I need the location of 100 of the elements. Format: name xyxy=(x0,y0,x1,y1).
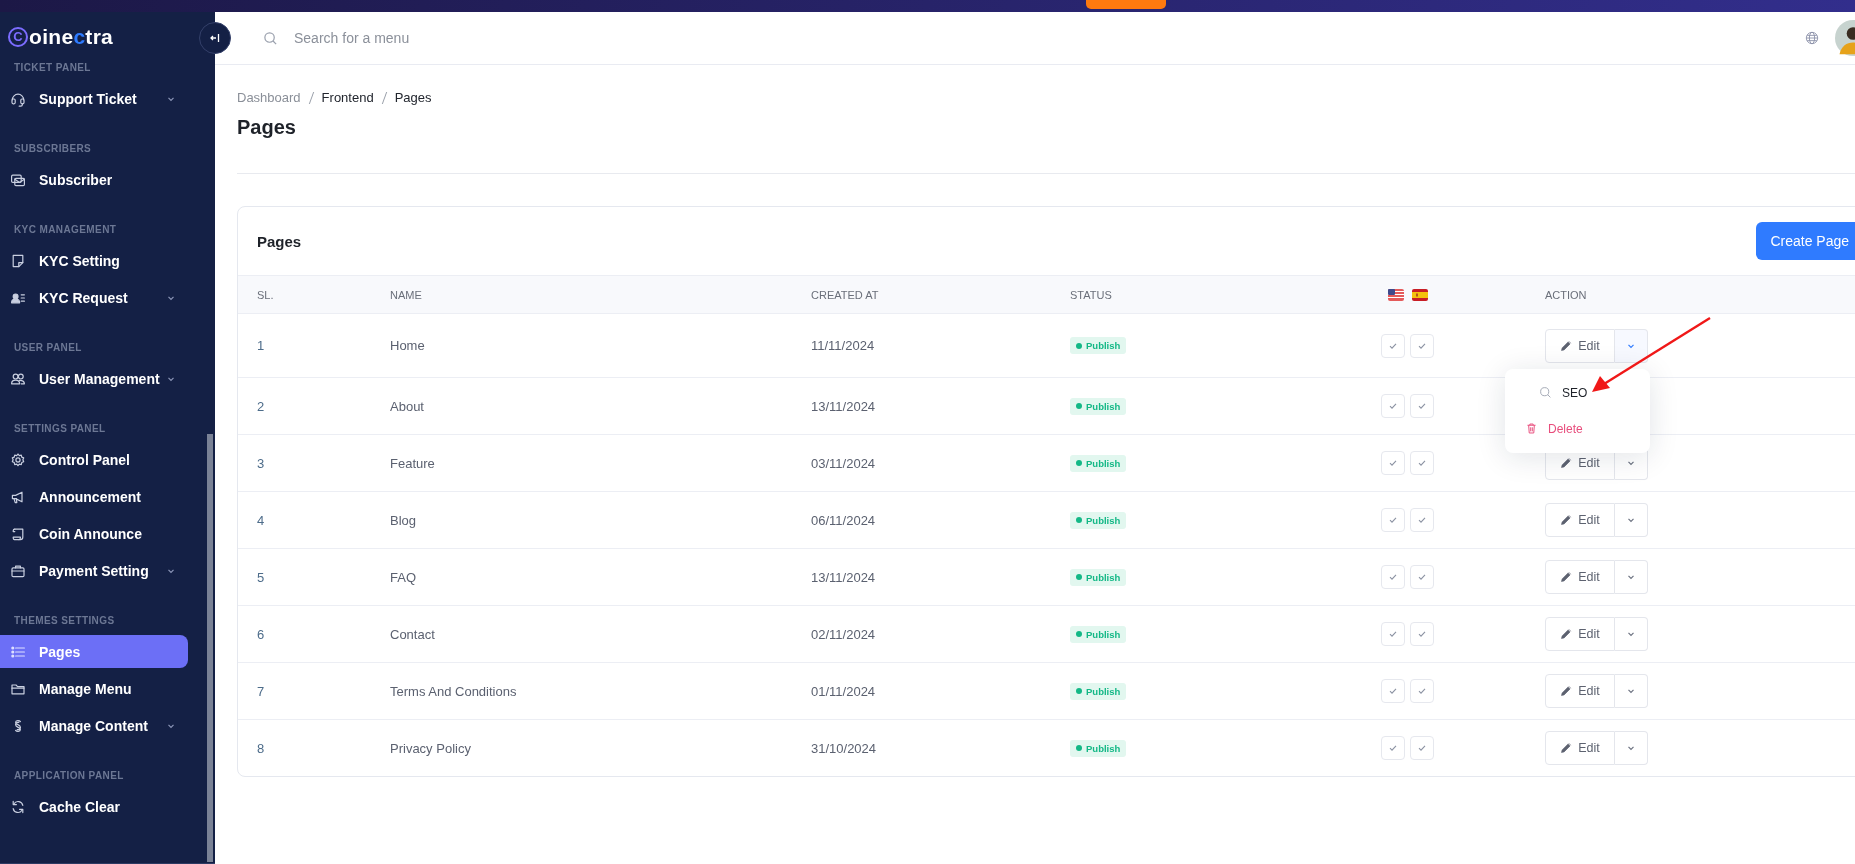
pencil-icon xyxy=(1560,742,1573,754)
check-icon xyxy=(1388,340,1398,351)
banner-tab[interactable] xyxy=(1086,0,1166,9)
sidebar-item[interactable]: Subscriber xyxy=(0,163,188,196)
sidebar-item[interactable]: Coin Announce xyxy=(0,517,188,550)
table-cell-text: Contact xyxy=(390,626,436,642)
checkbox[interactable] xyxy=(1381,333,1405,358)
check-icon xyxy=(1417,401,1427,411)
dropdown-toggle[interactable] xyxy=(1615,674,1648,708)
table-cell-text: 06/11/2024 xyxy=(811,512,877,528)
edit-button[interactable]: Edit xyxy=(1545,731,1615,765)
edit-button[interactable]: Edit xyxy=(1545,328,1615,363)
menu-item[interactable]: SEO xyxy=(1519,374,1855,411)
refresh-icon xyxy=(10,798,26,815)
checkbox[interactable] xyxy=(1381,508,1405,532)
table-cell-text: Terms And Conditions xyxy=(390,683,518,699)
check-icon xyxy=(1388,629,1398,639)
dropdown-toggle[interactable] xyxy=(1615,617,1648,651)
check-icon xyxy=(1388,458,1398,468)
edit-button[interactable]: Edit xyxy=(1545,503,1615,537)
checkbox[interactable] xyxy=(1410,679,1434,703)
status-badge: Publish xyxy=(1070,739,1127,757)
dropdown-toggle[interactable] xyxy=(1615,328,1648,363)
sidebar-item[interactable]: Pages xyxy=(0,635,188,668)
note-icon xyxy=(10,252,26,269)
checkbox[interactable] xyxy=(1410,565,1434,589)
sidebar-item[interactable]: Payment Setting xyxy=(0,554,188,587)
search-icon xyxy=(263,30,278,46)
sidebar-item[interactable]: Cache Clear xyxy=(0,790,188,823)
table-cell-text: 4 xyxy=(257,512,266,528)
dropdown-toggle[interactable] xyxy=(1615,731,1648,765)
checkbox[interactable] xyxy=(1381,565,1405,589)
section-label: APPLICATION PANEL xyxy=(13,769,125,783)
table-cell-text: 01/11/2024 xyxy=(811,683,877,699)
pencil-icon xyxy=(1560,514,1573,526)
globe-icon[interactable] xyxy=(1805,31,1819,45)
table-cell-text: 5 xyxy=(257,569,266,585)
pencil-icon xyxy=(1560,457,1573,469)
checkbox[interactable] xyxy=(1381,622,1405,646)
pencil-icon xyxy=(1560,339,1573,352)
pencil-icon xyxy=(1560,685,1573,697)
card-title: Pages xyxy=(257,232,302,250)
column-header: STATUS xyxy=(1070,288,1113,301)
check-icon xyxy=(1388,743,1398,753)
table-cell-text: 13/11/2024 xyxy=(811,569,877,585)
table-cell-text: About xyxy=(390,398,425,414)
checkbox[interactable] xyxy=(1410,333,1434,358)
section-label: SETTINGS PANEL xyxy=(13,422,107,436)
create-page-button[interactable]: Create Page xyxy=(1756,222,1855,260)
sidebar-item[interactable]: Announcement xyxy=(0,480,188,513)
check-icon xyxy=(1417,686,1427,696)
section-label: SUBSCRIBERS xyxy=(13,142,93,156)
checkbox[interactable] xyxy=(1381,451,1405,475)
sidebar-item[interactable]: KYC Setting xyxy=(0,244,188,277)
table-cell-text: Blog xyxy=(390,512,418,528)
checkbox[interactable] xyxy=(1381,736,1405,760)
sidebar-item[interactable]: Control Panel xyxy=(0,443,188,476)
checkbox[interactable] xyxy=(1410,736,1434,760)
breadcrumb-link[interactable]: Frontend xyxy=(321,90,374,105)
sidebar-item[interactable]: Manage Content xyxy=(0,709,188,742)
sidebar-item[interactable]: KYC Request xyxy=(0,281,188,314)
checkbox[interactable] xyxy=(1410,451,1434,475)
sidebar-item[interactable]: Manage Menu xyxy=(0,672,188,705)
sidebar-item[interactable]: Support Ticket xyxy=(0,82,188,115)
checkbox[interactable] xyxy=(1410,394,1434,418)
edit-button[interactable]: Edit xyxy=(1545,617,1615,651)
checkbox[interactable] xyxy=(1410,622,1434,646)
page-title: Pages xyxy=(237,115,297,139)
table-cell-text: 7 xyxy=(257,683,266,699)
status-badge: Publish xyxy=(1070,625,1127,643)
edit-button[interactable]: Edit xyxy=(1545,674,1615,708)
search-icon xyxy=(1539,386,1552,399)
table-cell-text: 8 xyxy=(257,740,266,756)
breadcrumb-link[interactable]: Pages xyxy=(394,90,432,105)
status-badge: Publish xyxy=(1070,511,1127,529)
edit-button[interactable]: Edit xyxy=(1545,560,1615,594)
checkbox[interactable] xyxy=(1410,508,1434,532)
check-icon xyxy=(1388,401,1398,411)
check-icon xyxy=(1417,515,1427,525)
check-icon xyxy=(1388,572,1398,582)
us-flag-icon xyxy=(1388,288,1404,301)
check-icon xyxy=(1417,340,1427,351)
table-cell-text: Home xyxy=(390,338,426,353)
checkbox[interactable] xyxy=(1381,394,1405,418)
table-cell-text: 03/11/2024 xyxy=(811,455,877,471)
check-icon xyxy=(1417,572,1427,582)
column-header: ACTION xyxy=(1545,288,1588,301)
checkbox[interactable] xyxy=(1381,679,1405,703)
trash-icon xyxy=(1525,422,1538,435)
table-cell-text: 02/11/2024 xyxy=(811,626,877,642)
column-header: CREATED AT xyxy=(811,288,880,301)
dropdown-toggle[interactable] xyxy=(1615,560,1648,594)
menu-item[interactable]: Delete xyxy=(1505,410,1650,447)
scrollbar[interactable] xyxy=(207,434,213,862)
section-label: USER PANEL xyxy=(13,341,83,355)
table-cell-text: 13/11/2024 xyxy=(811,398,877,414)
sidebar-item[interactable]: User Management xyxy=(0,362,188,395)
table-cell-text: Privacy Policy xyxy=(390,740,472,756)
section-label: KYC MANAGEMENT xyxy=(13,223,118,237)
dropdown-toggle[interactable] xyxy=(1615,503,1648,537)
